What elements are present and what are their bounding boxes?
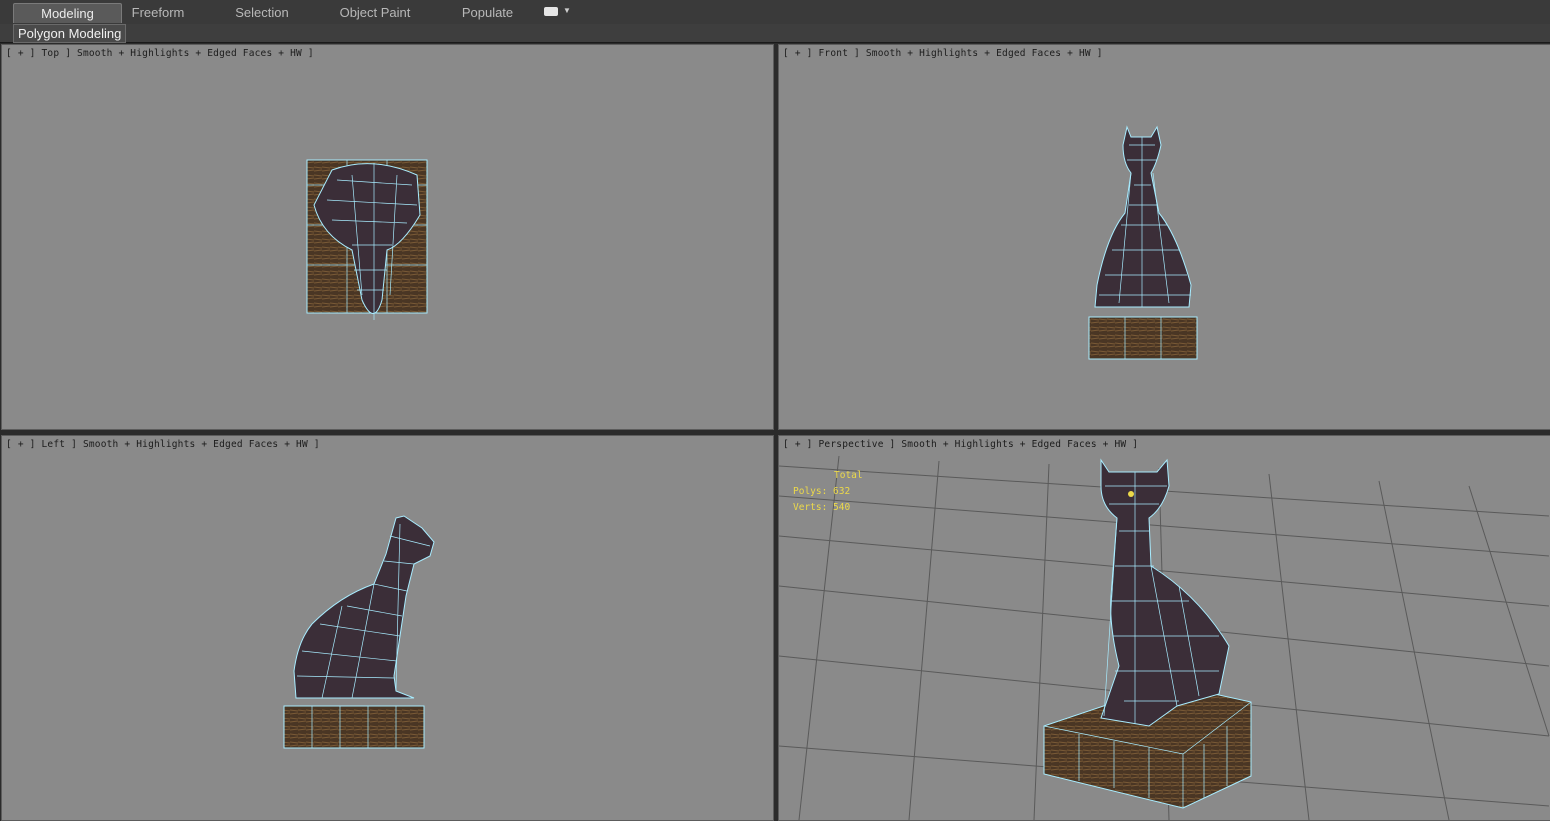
tab-object-paint[interactable]: Object Paint: [330, 3, 420, 22]
ribbon-tab-bar: Modeling Freeform Selection Object Paint…: [0, 0, 1550, 25]
stats-polys: Polys: 632: [793, 486, 851, 497]
left-view-model: [283, 515, 435, 749]
stats-header: Total: [834, 470, 863, 481]
statue-front: [1094, 125, 1192, 308]
top-view-model: [306, 159, 428, 320]
statue-left: [293, 515, 435, 699]
pedestal-left: [283, 705, 425, 749]
pedestal-front: [1088, 316, 1198, 360]
statue-perspective: [1100, 458, 1230, 727]
statue-eye: [1128, 491, 1134, 497]
stats-verts: Verts: 540: [793, 502, 851, 513]
tab-selection[interactable]: Selection: [222, 3, 302, 22]
viewport-left[interactable]: [ + ] Left ] Smooth + Highlights + Edged…: [1, 435, 774, 821]
perspective-view-model: [779, 455, 1550, 820]
viewport-perspective[interactable]: [ + ] Perspective ] Smooth + Highlights …: [778, 435, 1550, 821]
front-view-model: [1088, 125, 1198, 360]
polygon-modeling-panel-label[interactable]: Polygon Modeling: [13, 24, 127, 43]
tab-populate[interactable]: Populate: [450, 3, 525, 22]
ribbon-panel-bar: [0, 24, 1550, 43]
ribbon-options-icon[interactable]: [544, 7, 558, 16]
viewport-front[interactable]: [ + ] Front ] Smooth + Highlights + Edge…: [778, 44, 1550, 430]
tab-modeling[interactable]: Modeling: [13, 3, 122, 23]
chevron-down-icon[interactable]: ▼: [563, 6, 571, 15]
viewport-top[interactable]: [ + ] Top ] Smooth + Highlights + Edged …: [1, 44, 774, 430]
tab-freeform[interactable]: Freeform: [118, 3, 198, 22]
